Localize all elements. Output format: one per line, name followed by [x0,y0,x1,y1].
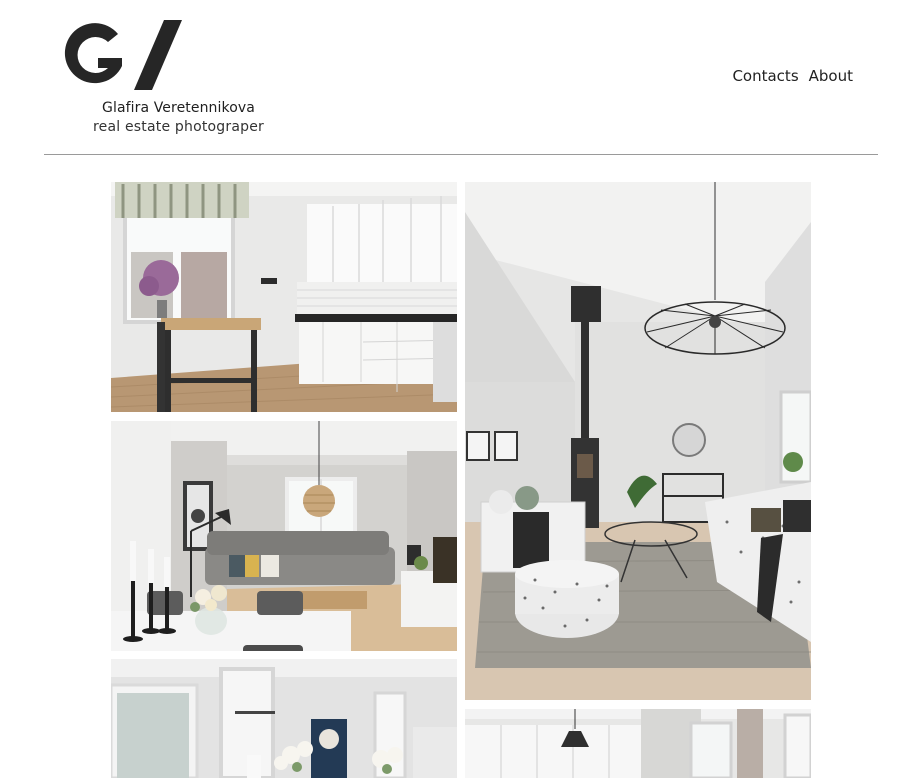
header-divider [44,154,878,155]
gallery-photo-dining-room[interactable] [111,421,457,651]
gallery-photo-kitchen[interactable] [111,182,457,412]
gallery-photo-wardrobe-room[interactable] [465,709,811,778]
living-room-photo-image [465,182,811,700]
nav-about-link[interactable]: About [809,67,853,85]
dining-room-photo-image [111,421,457,651]
page: Glafira Veretennikova real estate photog… [0,0,924,778]
main-nav: Contacts About [732,67,853,85]
logo[interactable] [64,20,184,94]
brand-subtitle: real estate photograper [93,119,264,135]
gallery-photo-white-interior[interactable] [111,659,457,778]
nav-contacts-link[interactable]: Contacts [732,67,798,85]
gv-logo-mark [64,20,182,90]
kitchen-photo-image [111,182,457,412]
white-interior-photo-image [111,659,457,778]
gallery-photo-living-room[interactable] [465,182,811,700]
brand-name: Glafira Veretennikova [102,100,255,116]
wardrobe-room-photo-image [465,709,811,778]
